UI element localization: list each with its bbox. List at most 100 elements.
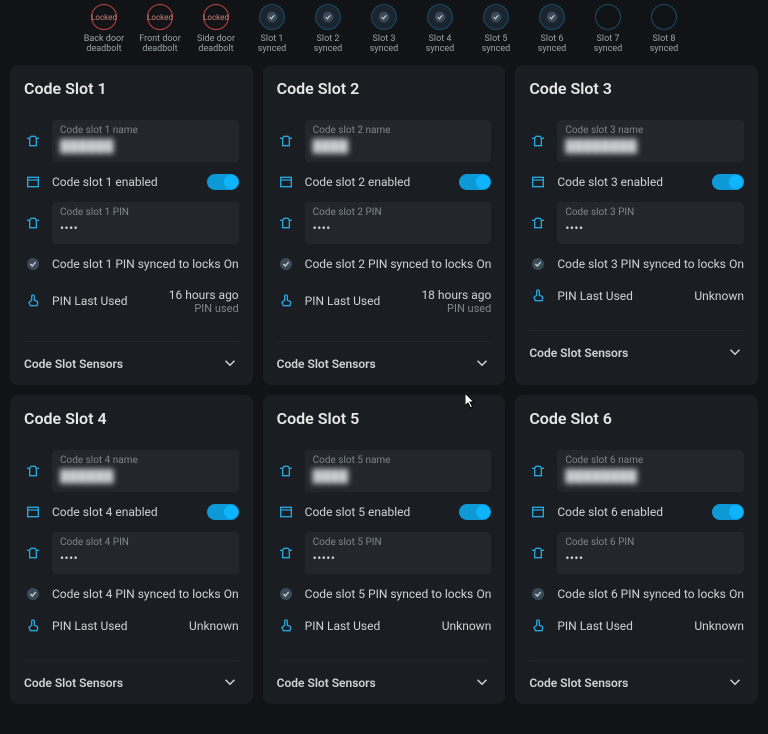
chip-label: Slot 2 synced <box>304 34 352 55</box>
status-chip[interactable]: Slot 5 synced <box>472 4 520 55</box>
text-field-icon <box>24 133 42 149</box>
chip-label: Slot 8 synced <box>640 34 688 55</box>
chevron-down-icon <box>221 673 239 694</box>
code-slot-sensors-toggle[interactable]: Code Slot Sensors <box>24 660 239 694</box>
enabled-label: Code slot 1 enabled <box>52 175 158 189</box>
slot-name-field[interactable]: Code slot 2 name ████ <box>305 120 492 162</box>
sensors-label: Code Slot Sensors <box>277 357 376 371</box>
text-field-icon <box>24 215 42 231</box>
pin-last-used-time: 18 hours ago <box>421 288 491 302</box>
slot-name-field[interactable]: Code slot 1 name ██████ <box>52 120 239 162</box>
status-chip[interactable]: Slot 2 synced <box>304 4 352 55</box>
pin-last-used-time: Unknown <box>694 289 744 303</box>
chip-label: Slot 1 synced <box>248 34 296 55</box>
code-slot-card: Code Slot 4 Code slot 4 name ██████ Code… <box>10 395 253 704</box>
form-icon <box>24 504 42 520</box>
status-chip[interactable]: Slot 3 synced <box>360 4 408 55</box>
code-slot-card: Code Slot 6 Code slot 6 name ████████ Co… <box>515 395 758 704</box>
form-icon <box>277 504 295 520</box>
slot-pin-field[interactable]: Code slot 3 PIN •••• <box>557 202 744 244</box>
field-label: Code slot 2 name <box>313 125 484 136</box>
text-field-icon <box>529 545 547 561</box>
enabled-toggle[interactable] <box>207 174 239 190</box>
card-title: Code Slot 5 <box>277 409 492 428</box>
sync-value: On <box>476 587 491 601</box>
pin-last-used-time: Unknown <box>442 619 492 633</box>
field-label: Code slot 5 PIN <box>313 537 484 548</box>
chevron-down-icon <box>726 343 744 364</box>
status-chip[interactable]: Locked Side door deadbolt <box>192 4 240 55</box>
slot-pin-field[interactable]: Code slot 2 PIN •••• <box>305 202 492 244</box>
code-slot-sensors-toggle[interactable]: Code Slot Sensors <box>529 660 744 694</box>
check-circle-icon <box>539 4 565 30</box>
slot-name-value: ████████ <box>565 469 637 483</box>
sync-label: Code slot 5 PIN synced to locks <box>305 587 474 601</box>
code-slot-sensors-toggle[interactable]: Code Slot Sensors <box>529 330 744 364</box>
slot-pin-field[interactable]: Code slot 5 PIN ••••• <box>305 532 492 574</box>
code-slot-sensors-toggle[interactable]: Code Slot Sensors <box>277 341 492 375</box>
touch-icon <box>24 618 42 634</box>
text-field-icon <box>529 463 547 479</box>
enabled-toggle[interactable] <box>712 504 744 520</box>
pin-last-used-sub: PIN used <box>169 302 239 315</box>
slot-pin-field[interactable]: Code slot 6 PIN •••• <box>557 532 744 574</box>
status-chip[interactable]: Slot 4 synced <box>416 4 464 55</box>
chip-label: Back door deadbolt <box>80 34 128 55</box>
form-icon <box>529 174 547 190</box>
check-circle-icon <box>371 4 397 30</box>
enabled-toggle[interactable] <box>712 174 744 190</box>
enabled-label: Code slot 5 enabled <box>305 505 411 519</box>
pin-last-used-time: Unknown <box>189 619 239 633</box>
form-icon <box>24 174 42 190</box>
touch-icon <box>529 288 547 304</box>
text-field-icon <box>277 133 295 149</box>
slot-pin-value: •••• <box>60 221 78 235</box>
status-chips-row: Locked Back door deadbolt LockedFront door… <box>0 0 768 57</box>
slot-pin-field[interactable]: Code slot 1 PIN •••• <box>52 202 239 244</box>
sync-label: Code slot 4 PIN synced to locks <box>52 587 221 601</box>
status-chip[interactable]: Slot 7 synced <box>584 4 632 55</box>
slot-pin-value: ••••• <box>313 551 336 565</box>
sync-value: On <box>729 587 744 601</box>
status-chip[interactable]: Slot 6 synced <box>528 4 576 55</box>
text-field-icon <box>24 463 42 479</box>
enabled-toggle[interactable] <box>207 504 239 520</box>
field-label: Code slot 4 PIN <box>60 537 231 548</box>
slot-pin-field[interactable]: Code slot 4 PIN •••• <box>52 532 239 574</box>
code-slot-card: Code Slot 2 Code slot 2 name ████ Code s… <box>263 65 506 385</box>
enabled-toggle[interactable] <box>459 504 491 520</box>
slot-name-field[interactable]: Code slot 6 name ████████ <box>557 450 744 492</box>
status-chip[interactable]: Slot 1 synced <box>248 4 296 55</box>
check-circle-icon <box>529 256 547 272</box>
field-label: Code slot 1 name <box>60 125 231 136</box>
sensors-label: Code Slot Sensors <box>24 357 123 371</box>
pin-last-used-sub: PIN used <box>421 302 491 315</box>
lock-icon: Locked <box>203 4 229 30</box>
chevron-down-icon <box>221 354 239 375</box>
sync-value: On <box>224 257 239 271</box>
text-field-icon <box>529 215 547 231</box>
slot-pin-value: •••• <box>565 221 583 235</box>
enabled-toggle[interactable] <box>459 174 491 190</box>
status-chip[interactable]: LockedFront door deadbolt <box>136 4 184 55</box>
code-slot-sensors-toggle[interactable]: Code Slot Sensors <box>277 660 492 694</box>
field-label: Code slot 3 name <box>565 125 736 136</box>
chevron-down-icon <box>473 673 491 694</box>
status-chip[interactable]: Locked Back door deadbolt <box>80 4 128 55</box>
chip-label: Side door deadbolt <box>192 34 240 55</box>
sensors-label: Code Slot Sensors <box>277 676 376 690</box>
text-field-icon <box>277 463 295 479</box>
code-slot-sensors-toggle[interactable]: Code Slot Sensors <box>24 341 239 375</box>
slot-name-value: ████████ <box>565 139 637 153</box>
form-icon <box>277 174 295 190</box>
field-label: Code slot 3 PIN <box>565 207 736 218</box>
slot-name-field[interactable]: Code slot 3 name ████████ <box>557 120 744 162</box>
status-chip[interactable]: Slot 8 synced <box>640 4 688 55</box>
chip-label: Slot 4 synced <box>416 34 464 55</box>
slot-name-value: ██████ <box>60 469 114 483</box>
slot-name-field[interactable]: Code slot 5 name ████ <box>305 450 492 492</box>
sync-label: Code slot 2 PIN synced to locks <box>305 257 474 271</box>
lock-icon: Locked <box>91 4 117 30</box>
slot-name-field[interactable]: Code slot 4 name ██████ <box>52 450 239 492</box>
touch-icon <box>277 618 295 634</box>
